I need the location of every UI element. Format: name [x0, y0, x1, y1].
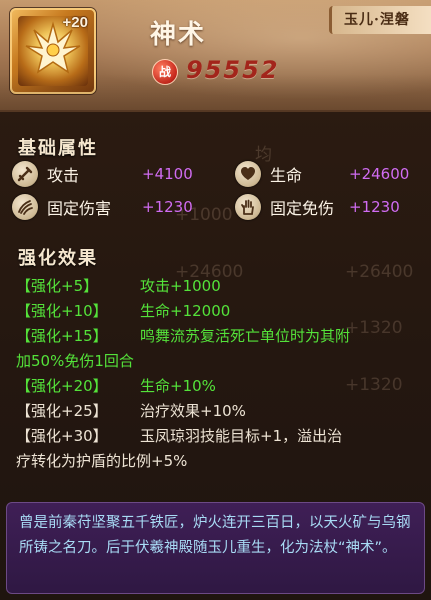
weapon-detail-panel: +20 神术 玉儿·涅磐 战 95552 +1000 +24600 +26400… [0, 0, 431, 600]
attribute-fixed-reduction: 固定免伤 +1230 [235, 193, 425, 221]
enhancement-row: 【强化+25】 治疗效果+10% [16, 399, 416, 424]
weapon-name: 神术 [150, 20, 207, 50]
enhancement-effect: 生命+12000 [140, 302, 231, 320]
attribute-value: +1230 [349, 198, 400, 216]
enhancement-effect-continuation: 疗转化为护盾的比例+5% [16, 452, 188, 470]
enhancement-list: 【强化+5】 攻击+1000 【强化+10】 生命+12000 【强化+15】 … [16, 274, 416, 474]
enhancement-effect: 生命+10% [140, 377, 216, 395]
attribute-hp: 生命 +24600 [235, 160, 425, 188]
enhancement-effect-continuation: 加50%免伤1回合 [16, 352, 134, 370]
enhancement-row: 【强化+30】 玉凤琼羽技能目标+1，溢出治 疗转化为护盾的比例+5% [16, 424, 416, 474]
enhancement-level: 【强化+15】 [16, 327, 108, 345]
enhancement-effect: 攻击+1000 [140, 277, 221, 295]
weapon-icon-frame[interactable]: +20 [10, 8, 96, 94]
attribute-label: 生命 [270, 166, 303, 185]
attribute-label: 固定免伤 [270, 199, 335, 218]
combat-power-value: 95552 [186, 56, 280, 84]
enhancement-level: 【强化+10】 [16, 302, 108, 320]
attribute-value: +24600 [349, 165, 410, 183]
enhancement-row: 【强化+20】 生命+10% [16, 374, 416, 399]
enhancement-effect: 治疗效果+10% [140, 402, 246, 420]
claw-icon [12, 194, 38, 220]
heart-icon [235, 161, 261, 187]
base-attributes-title: 基础属性 [18, 138, 98, 159]
refine-level-label: +20 [62, 14, 88, 31]
weapon-header: +20 神术 玉儿·涅磐 战 95552 [0, 0, 431, 112]
enhancement-effect: 玉凤琼羽技能目标+1，溢出治 [140, 427, 343, 445]
palm-icon [235, 194, 261, 220]
attribute-label: 攻击 [47, 166, 80, 185]
enhancement-effects-title: 强化效果 [18, 248, 98, 269]
enhancement-row: 【强化+5】 攻击+1000 [16, 274, 416, 299]
power-icon: 战 [152, 59, 178, 85]
attribute-label: 固定伤害 [47, 199, 112, 218]
attribute-value: +1230 [142, 198, 193, 216]
attribute-fixed-damage: 固定伤害 +1230 [12, 193, 222, 221]
sword-icon [12, 161, 38, 187]
enhancement-level: 【强化+25】 [16, 402, 108, 420]
enhancement-level: 【强化+30】 [16, 427, 108, 445]
enhancement-row: 【强化+10】 生命+12000 [16, 299, 416, 324]
enhancement-effect: 鸣舞流苏复活死亡单位时为其附 [140, 327, 351, 345]
enhancement-level: 【强化+5】 [16, 277, 99, 295]
enhancement-level: 【强化+20】 [16, 377, 108, 395]
attribute-attack: 攻击 +4100 [12, 160, 222, 188]
weapon-lore: 曾是前秦苻坚聚五千铁匠，炉火连开三百日，以天火矿与乌钢所铸之名刀。后于伏羲神殿随… [6, 502, 425, 594]
owner-badge: 玉儿·涅磐 [329, 6, 431, 34]
enhancement-row: 【强化+15】 鸣舞流苏复活死亡单位时为其附 加50%免伤1回合 [16, 324, 416, 374]
attribute-value: +4100 [142, 165, 193, 183]
